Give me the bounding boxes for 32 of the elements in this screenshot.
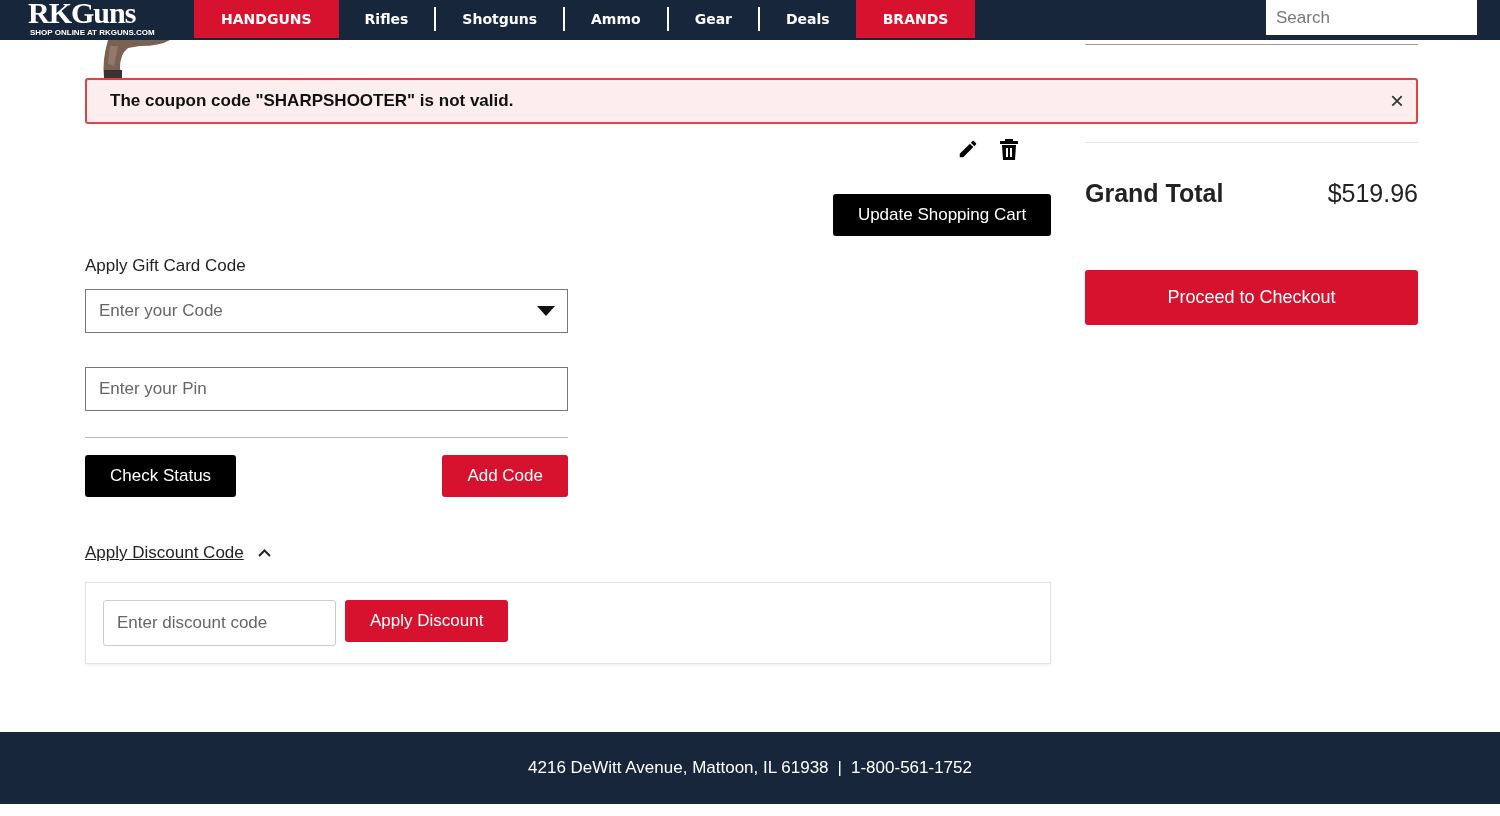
nav-link[interactable]: Shotguns	[436, 0, 563, 38]
close-button[interactable]: ×	[1390, 89, 1404, 113]
nav-link[interactable]: Rifles	[338, 0, 435, 38]
check-status-button[interactable]: Check Status	[85, 455, 237, 497]
nav-link[interactable]: Gear	[668, 0, 758, 38]
footer-phone: 1-800-561-1752	[851, 758, 972, 778]
gift-pin-field[interactable]: Enter your Pin	[85, 367, 568, 411]
apply-discount-button[interactable]: Apply Discount	[345, 600, 509, 642]
trash-icon[interactable]	[999, 138, 1019, 160]
checkout-button[interactable]: Proceed to Checkout	[1085, 270, 1418, 325]
footer-separator: |	[837, 758, 842, 778]
discount-code-field[interactable]: Enter discount code	[103, 600, 336, 646]
nav-link[interactable]: Ammo	[565, 0, 667, 38]
footer-address: 4216 DeWitt Avenue, Mattoon, IL 61938	[528, 758, 829, 778]
pencil-icon[interactable]	[957, 138, 979, 160]
grand-total-label: Grand Total	[1085, 179, 1224, 208]
dropdown-caret-icon	[537, 306, 555, 316]
update-cart-button[interactable]: Update Shopping Cart	[833, 194, 1051, 236]
logo-tagline: SHOP ONLINE AT RKGUNS.COM	[30, 28, 156, 37]
alert-message: The coupon code "SHARPSHOOTER" is not valid.	[110, 91, 514, 111]
nav-link[interactable]: HANDGUNS	[194, 0, 339, 38]
gift-code-select[interactable]: Enter your Code	[85, 289, 568, 333]
logo-name: RKGuns	[28, 0, 137, 28]
logo[interactable]: RKGuns SHOP ONLINE AT RKGUNS.COM	[28, 0, 194, 40]
discount-toggle-link[interactable]: Apply Discount Code	[85, 543, 244, 563]
gift-card-heading: Apply Gift Card Code	[85, 256, 247, 276]
chevron-up-icon[interactable]	[257, 549, 271, 557]
grand-total-value: $519.96	[1327, 179, 1418, 208]
nav-link[interactable]: Deals	[760, 0, 856, 38]
search-field[interactable]: Search	[1266, 0, 1477, 35]
add-code-button[interactable]: Add Code	[442, 455, 568, 497]
nav-link[interactable]: BRANDS	[855, 0, 976, 38]
